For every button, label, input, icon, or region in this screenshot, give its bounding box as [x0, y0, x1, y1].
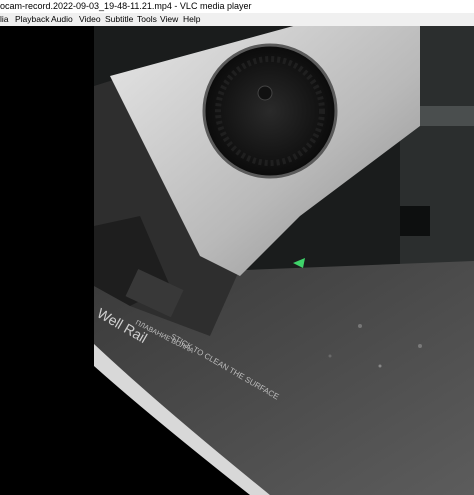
window-titlebar: ocam-record.2022-09-03_19-48-11.21.mp4 -… — [0, 0, 474, 13]
video-scene: Well Rail ПЛАВАНИЕ ВОЛНА STICK TO CLEAN … — [94, 26, 474, 495]
window-title: ocam-record.2022-09-03_19-48-11.21.mp4 -… — [0, 1, 252, 11]
fan-hub — [257, 85, 273, 101]
video-frame[interactable]: Well Rail ПЛАВАНИЕ ВОЛНА STICK TO CLEAN … — [0, 26, 474, 495]
menu-bar: lia Playback Audio Video Subtitle Tools … — [0, 13, 474, 26]
menu-subtitle[interactable]: Subtitle — [105, 13, 133, 26]
menu-media[interactable]: lia — [0, 13, 9, 26]
menu-audio[interactable]: Audio — [51, 13, 73, 26]
menu-help[interactable]: Help — [183, 13, 200, 26]
menu-view[interactable]: View — [160, 13, 178, 26]
menu-tools[interactable]: Tools — [137, 13, 157, 26]
cooling-fan — [202, 43, 338, 179]
menu-video[interactable]: Video — [79, 13, 101, 26]
menu-playback[interactable]: Playback — [15, 13, 50, 26]
